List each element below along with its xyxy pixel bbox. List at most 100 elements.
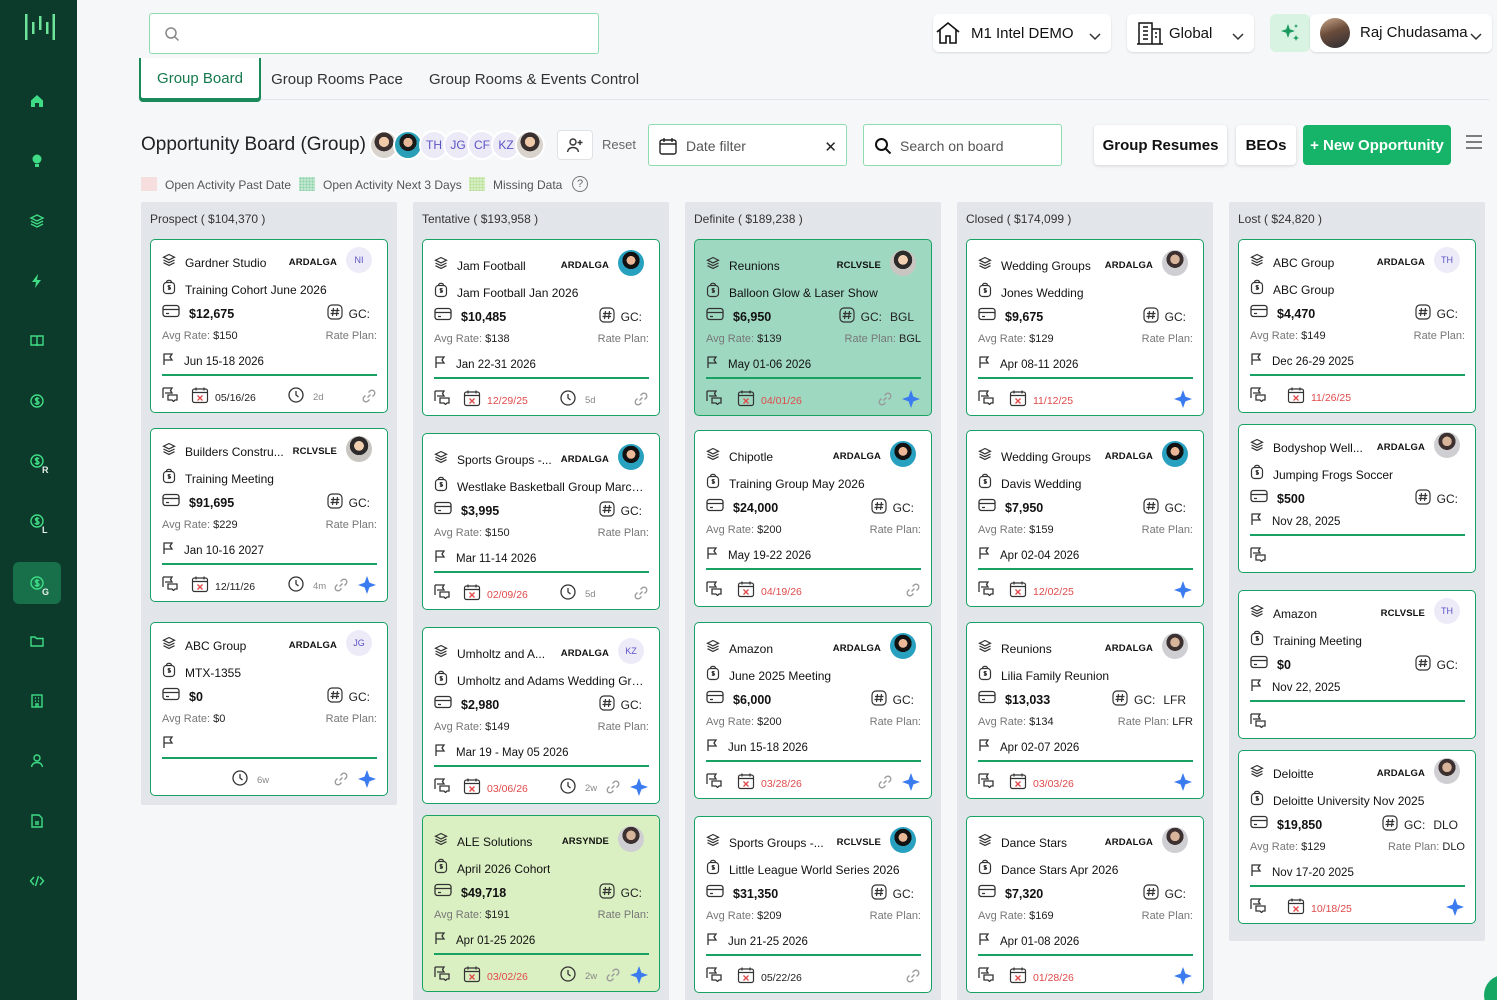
group-resumes-button[interactable]: Group Resumes (1094, 125, 1227, 165)
company-name[interactable]: Jam Football (457, 259, 526, 273)
scope-select[interactable]: Global (1127, 14, 1254, 52)
layers-icon[interactable] (13, 200, 61, 242)
property-select[interactable]: M1 Intel DEMO (933, 14, 1111, 52)
new-opportunity-button[interactable]: + New Opportunity (1303, 125, 1451, 165)
revenue-dollar-icon[interactable]: R (13, 440, 61, 482)
activity-icon[interactable] (433, 389, 451, 405)
follow-up-date[interactable]: 12/11/26 (191, 575, 255, 598)
follow-up-date[interactable]: 03/28/26 (737, 772, 802, 795)
follow-up-date[interactable]: 05/22/26 (737, 966, 802, 989)
follow-up-date[interactable]: 03/02/26 (463, 965, 528, 988)
activity-icon[interactable] (705, 580, 723, 596)
owner-avatar[interactable] (618, 444, 644, 470)
company-name[interactable]: Dance Stars (1001, 836, 1067, 850)
lightning-icon[interactable] (13, 260, 61, 302)
activity-icon[interactable] (705, 966, 723, 982)
company-name[interactable]: Sports Groups -... (457, 453, 552, 467)
opportunity-card[interactable]: Umholtz and A... ARDALGA KZ Umholtz and Ada… (422, 627, 660, 804)
activity-icon[interactable] (705, 772, 723, 788)
sparkle-icon[interactable] (357, 575, 377, 600)
company-name[interactable]: Wedding Groups (1001, 450, 1091, 464)
code-icon[interactable] (13, 860, 61, 902)
company-name[interactable]: Gardner Studio (185, 256, 266, 270)
global-search-input[interactable] (192, 22, 582, 46)
activity-icon[interactable] (433, 965, 451, 981)
owner-avatar[interactable] (1162, 250, 1188, 276)
company-name[interactable]: Reunions (1001, 642, 1052, 656)
sparkle-icon[interactable] (1173, 389, 1193, 414)
hamburger-menu-icon[interactable] (1465, 135, 1483, 154)
company-name[interactable]: Wedding Groups (1001, 259, 1091, 273)
company-name[interactable]: Chipotle (729, 450, 773, 464)
follow-up-date[interactable]: 03/03/26 (1009, 772, 1074, 795)
clear-date-icon[interactable]: ✕ (824, 138, 837, 156)
activity-icon[interactable] (977, 772, 995, 788)
dollar-icon[interactable] (13, 380, 61, 422)
follow-up-date[interactable]: 11/12/25 (1009, 389, 1073, 412)
activity-icon[interactable] (161, 575, 179, 591)
company-name[interactable]: ALE Solutions (457, 835, 532, 849)
activity-icon[interactable] (1249, 386, 1267, 402)
help-icon[interactable]: ? (572, 176, 588, 192)
book-icon[interactable] (13, 320, 61, 362)
opportunity-card[interactable]: Wedding Groups ARDALGA Jones Wedding $9,675… (966, 239, 1204, 416)
reset-button[interactable]: Reset (602, 137, 636, 152)
opportunity-card[interactable]: Amazon ARDALGA June 2025 Meeting $6,000 GC: A… (694, 622, 932, 799)
opportunity-card[interactable]: Sports Groups -... RCLVSLE Little League W… (694, 816, 932, 993)
activity-icon[interactable] (161, 386, 179, 402)
beos-button[interactable]: BEOs (1236, 125, 1296, 165)
owner-avatar[interactable] (1434, 432, 1460, 458)
owner-avatar[interactable] (1434, 758, 1460, 784)
link-icon[interactable] (905, 582, 921, 603)
company-name[interactable]: ABC Group (185, 639, 246, 653)
owner-avatar[interactable]: KZ (618, 638, 644, 664)
company-name[interactable]: Amazon (729, 642, 773, 656)
opportunity-card[interactable]: Wedding Groups ARDALGA Davis Wedding $7,950… (966, 430, 1204, 607)
activity-icon[interactable] (1249, 712, 1267, 728)
opportunity-card[interactable]: Sports Groups -... ARDALGA Westlake Basket… (422, 433, 660, 610)
sparkle-icon[interactable] (357, 769, 377, 794)
activity-icon[interactable] (1249, 546, 1267, 562)
owner-avatar[interactable] (618, 250, 644, 276)
owner-avatar[interactable]: NI (346, 247, 372, 273)
sparkle-icon[interactable] (901, 772, 921, 797)
activity-icon[interactable] (1249, 897, 1267, 913)
home-icon[interactable] (13, 80, 61, 122)
tab-group-rooms-events-control[interactable]: Group Rooms & Events Control (421, 58, 647, 100)
user-menu[interactable]: Raj Chudasama (1310, 14, 1492, 52)
activity-icon[interactable] (433, 777, 451, 793)
chat-launcher-button[interactable] (1484, 975, 1497, 1000)
owner-avatar[interactable]: TH (1434, 598, 1460, 624)
company-name[interactable]: Amazon (1273, 607, 1317, 621)
follow-up-date[interactable]: 04/01/26 (737, 389, 802, 412)
link-icon[interactable] (333, 771, 349, 792)
owner-avatar[interactable] (890, 441, 916, 467)
document-icon[interactable] (13, 800, 61, 842)
link-icon[interactable] (361, 388, 377, 409)
opportunity-card[interactable]: Jam Football ARDALGA Jam Football Jan 2026… (422, 239, 660, 416)
sparkle-icon[interactable] (629, 965, 649, 990)
company-name[interactable]: Sports Groups -... (729, 836, 824, 850)
opportunity-card[interactable]: ABC Group ARDALGA TH ABC Group $4,470 GC: Avg … (1238, 239, 1476, 413)
opportunity-card[interactable]: ABC Group ARDALGA JG MTX-1355 $0 GC: Avg Rate:… (150, 622, 388, 796)
opportunity-card[interactable]: Builders Constru... RCLVSLE Training Meeti… (150, 428, 388, 602)
owner-avatar[interactable] (346, 436, 372, 462)
company-name[interactable]: Bodyshop Well... (1273, 441, 1363, 455)
add-user-button[interactable] (557, 130, 593, 160)
tab-group-board[interactable]: Group Board (139, 58, 261, 100)
sparkle-icon[interactable] (901, 389, 921, 414)
sparkle-icon[interactable] (1173, 966, 1193, 991)
board-search[interactable] (863, 124, 1062, 166)
follow-up-date[interactable]: 12/29/25 (463, 389, 528, 412)
activity-icon[interactable] (977, 389, 995, 405)
company-name[interactable]: Umholtz and A... (457, 647, 545, 661)
owner-avatar[interactable] (890, 633, 916, 659)
link-icon[interactable] (877, 391, 893, 412)
board-search-input[interactable] (900, 135, 1050, 157)
opportunity-card[interactable]: Gardner Studio ARDALGA NI Training Cohort J… (150, 239, 388, 413)
owner-avatar[interactable] (1162, 827, 1188, 853)
owner-avatar[interactable] (890, 250, 916, 276)
follow-up-date[interactable]: 12/02/25 (1009, 580, 1074, 603)
activity-icon[interactable] (705, 389, 723, 405)
company-name[interactable]: Builders Constru... (185, 445, 284, 459)
